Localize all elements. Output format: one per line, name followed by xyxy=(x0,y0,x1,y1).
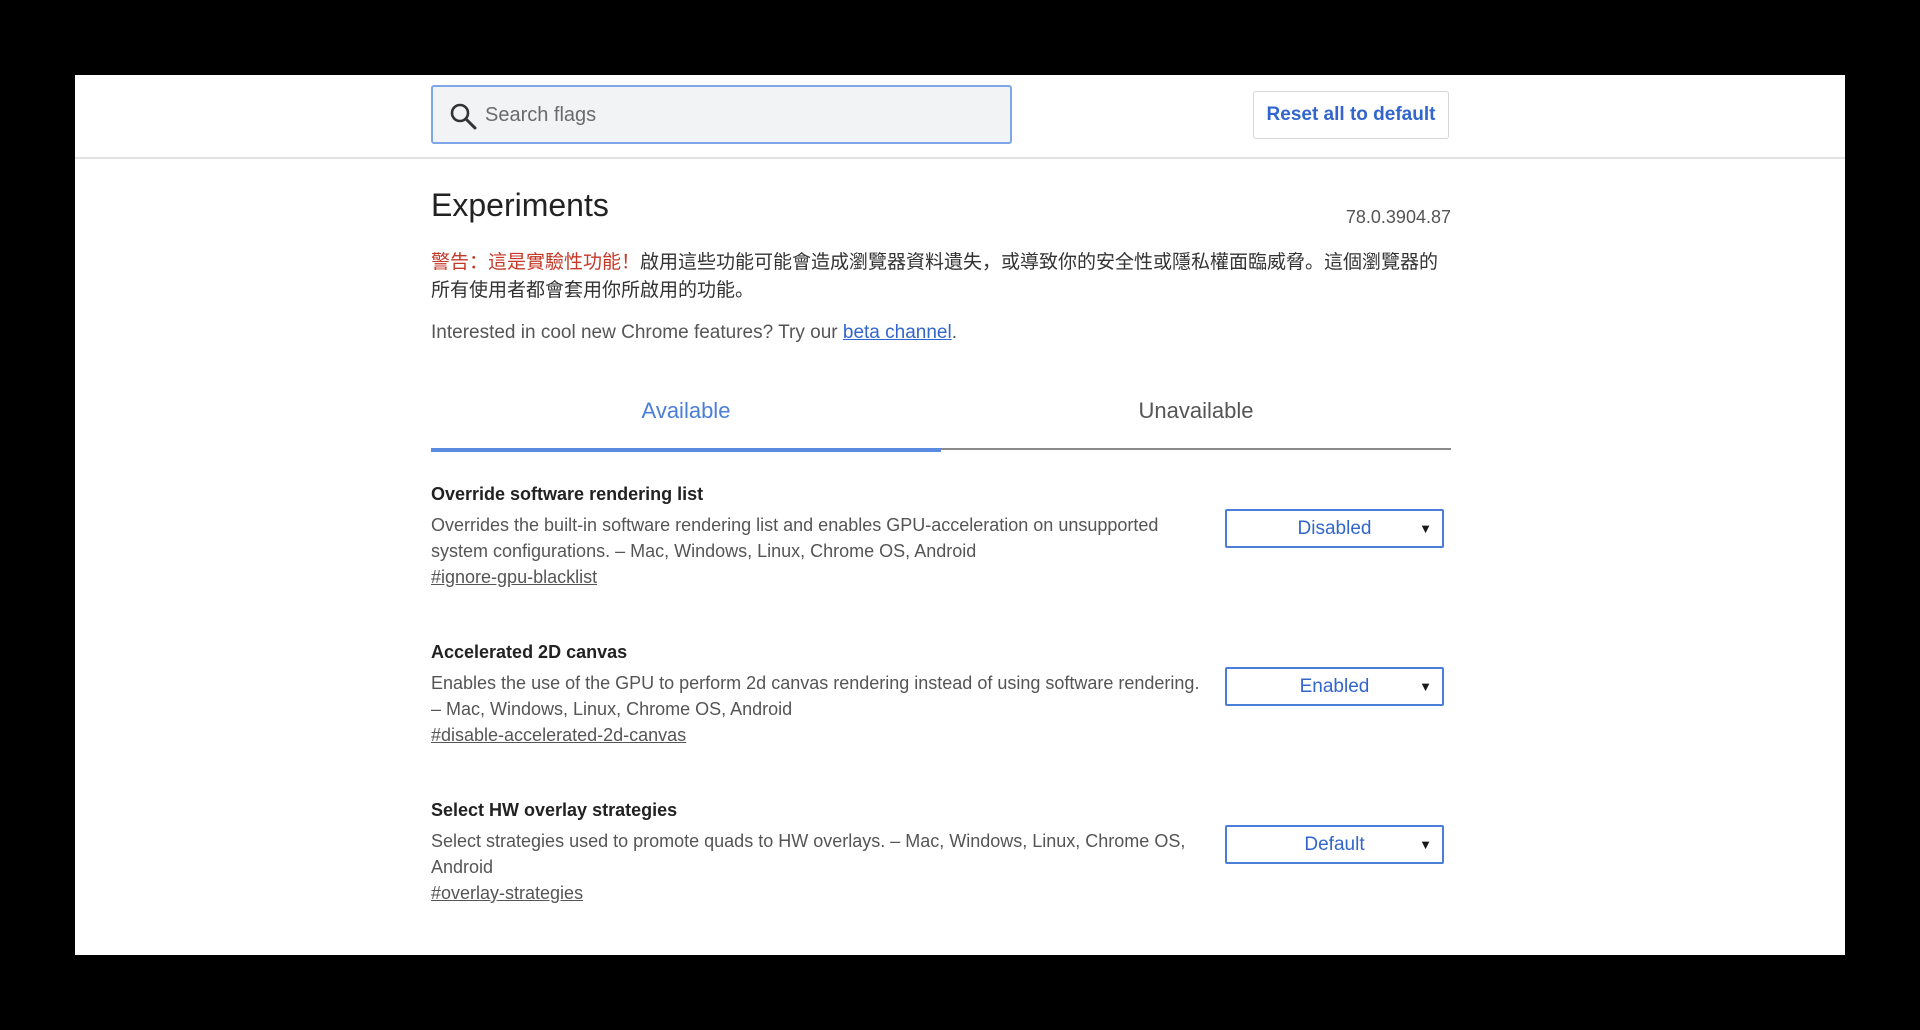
intro-label: Interested in cool new Chrome features? … xyxy=(431,322,843,343)
experiment-item: Override software rendering list Overrid… xyxy=(431,484,1451,624)
experiment-item: Select HW overlay strategies Select stra… xyxy=(431,800,1451,940)
experiment-link[interactable]: #ignore-gpu-blacklist xyxy=(431,567,597,588)
experiment-description: Select strategies used to promote quads … xyxy=(431,831,1186,877)
chevron-down-icon: ▼ xyxy=(1419,837,1432,852)
tab-unavailable[interactable]: Unavailable xyxy=(941,379,1451,450)
warning-message: 警告：這是實驗性功能！啟用這些功能可能會造成瀏覽器資料遺失，或導致你的安全性或隱… xyxy=(431,249,1451,305)
experiment-item: Accelerated 2D canvas Enables the use of… xyxy=(431,642,1451,782)
experiment-select[interactable]: Enabled ▼ xyxy=(1225,667,1444,706)
experiment-name: Accelerated 2D canvas xyxy=(431,642,628,662)
page-title: Experiments xyxy=(431,187,609,223)
experiment-link[interactable]: #disable-accelerated-2d-canvas xyxy=(431,725,686,746)
beta-channel-link[interactable]: beta channel xyxy=(843,322,952,343)
chevron-down-icon: ▼ xyxy=(1419,521,1432,536)
search-box[interactable] xyxy=(431,85,1012,144)
experiment-name: Override software rendering list xyxy=(431,484,704,504)
search-input[interactable] xyxy=(485,95,985,135)
browser-content-frame: Reset all to default Experiments 78.0.39… xyxy=(75,75,1845,955)
tab-available[interactable]: Available xyxy=(431,379,941,452)
version-label: 78.0.3904.87 xyxy=(1345,207,1451,227)
intro-end: . xyxy=(951,322,957,343)
flags-header: Reset all to default xyxy=(75,75,1845,159)
experiment-select-value: Default xyxy=(1304,834,1365,855)
experiment-select[interactable]: Default ▼ xyxy=(1225,825,1444,864)
experiment-description: Enables the use of the GPU to perform 2d… xyxy=(431,673,1200,719)
experiment-description: Overrides the built-in software renderin… xyxy=(431,515,1159,561)
experiment-select-value: Enabled xyxy=(1299,676,1370,697)
experiment-select-value: Disabled xyxy=(1297,518,1372,539)
warning-heading: 警告：這是實驗性功能！ xyxy=(431,252,641,273)
intro-text: Interested in cool new Chrome features? … xyxy=(431,322,957,344)
experiment-link[interactable]: #overlay-strategies xyxy=(431,883,583,904)
experiment-select[interactable]: Disabled ▼ xyxy=(1225,509,1444,548)
tab-bar: Available Unavailable xyxy=(431,379,1451,452)
experiment-name: Select HW overlay strategies xyxy=(431,800,678,820)
reset-all-button[interactable]: Reset all to default xyxy=(1253,91,1449,139)
search-icon xyxy=(450,103,477,130)
chevron-down-icon: ▼ xyxy=(1419,679,1432,694)
